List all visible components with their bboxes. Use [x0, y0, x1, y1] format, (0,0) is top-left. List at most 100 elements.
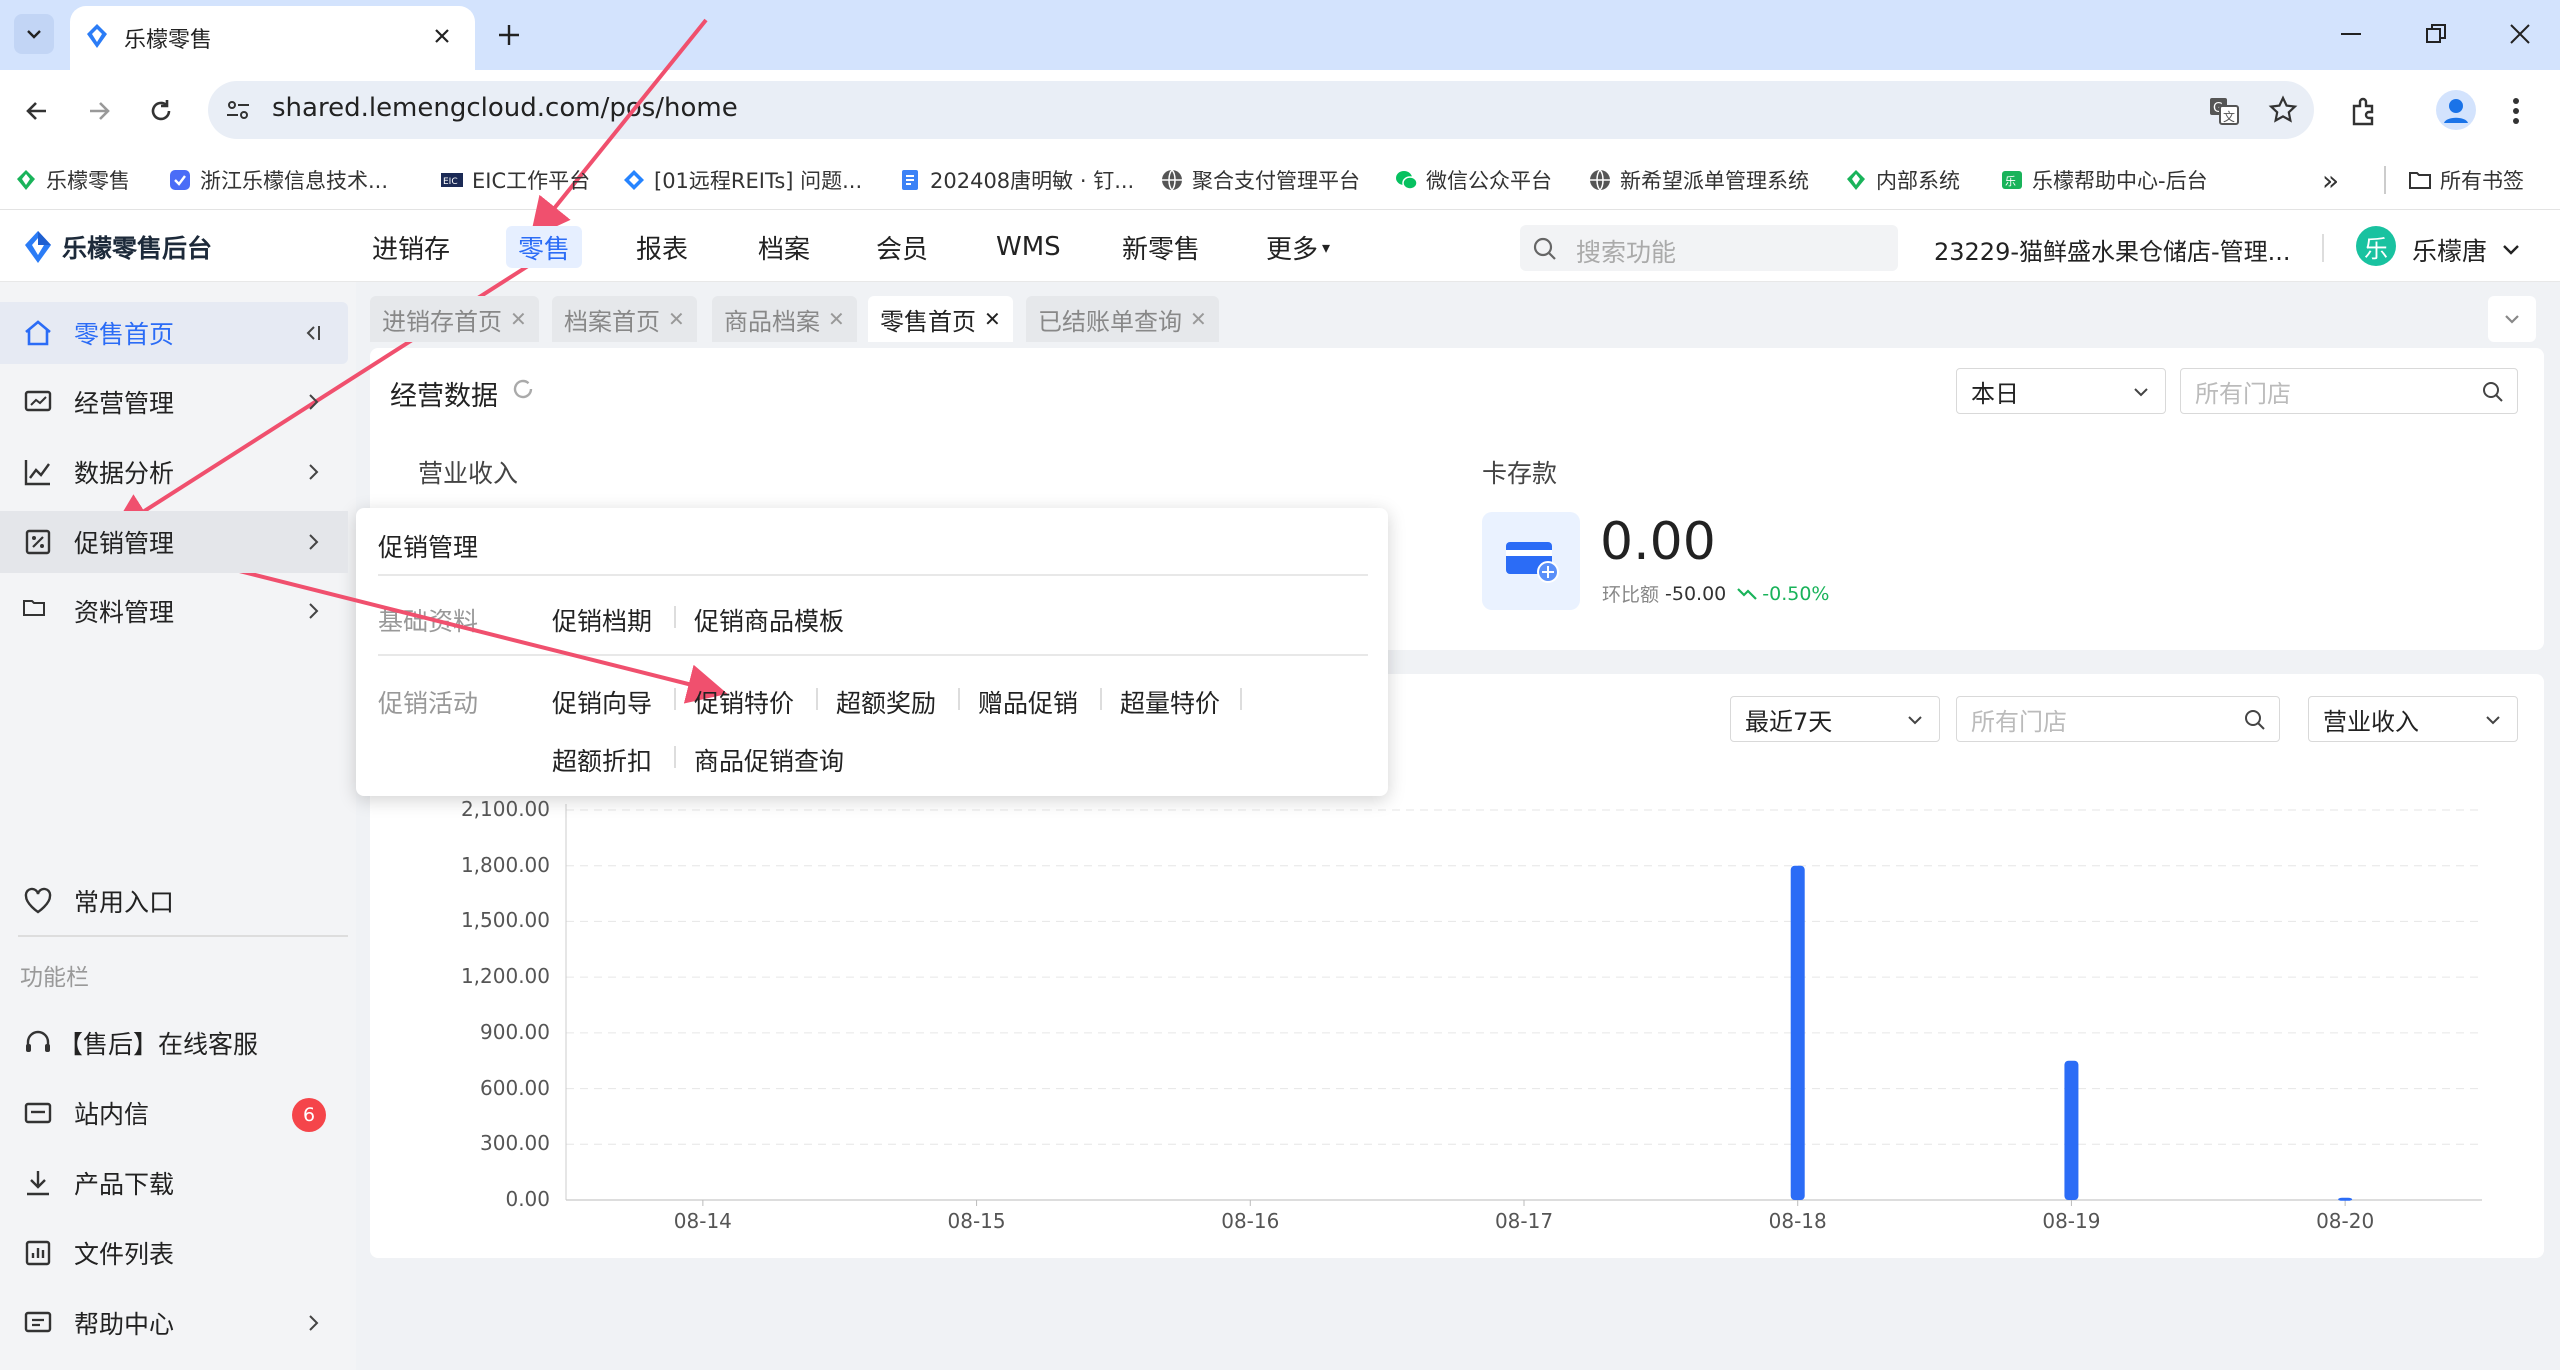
- bookmark-item[interactable]: 202408唐明敏 · 钉...: [898, 150, 1134, 210]
- flyout-row-label-basic: 基础资料: [378, 607, 479, 636]
- common-entry-item[interactable]: 常用入口: [0, 870, 348, 932]
- page-tab[interactable]: 已结账单查询 ✕: [1026, 296, 1219, 342]
- globe-icon: [1162, 169, 1182, 191]
- download-icon: [27, 1171, 49, 1196]
- page-tab-label: 零售首页: [880, 307, 976, 336]
- app-icon: [170, 170, 190, 190]
- chevron-right-icon: [309, 534, 319, 550]
- bookmark-item[interactable]: 浙江乐檬信息技术...: [168, 150, 388, 210]
- bookmark-label: 乐檬零售: [46, 169, 130, 193]
- bookmark-label: 乐檬帮助中心-后台: [2032, 169, 2208, 193]
- sidebar-item-label: 经营管理: [74, 389, 175, 418]
- x-axis-tick-label: 08-19: [2042, 1209, 2101, 1233]
- home-icon: [25, 320, 51, 346]
- close-icon[interactable]: ✕: [668, 307, 685, 331]
- flyout-link[interactable]: 超额奖励: [836, 684, 936, 720]
- folder-icon: [23, 600, 45, 616]
- bookmark-item[interactable]: 微信公众平台: [1394, 150, 1552, 210]
- page-tab[interactable]: 档案首页 ✕: [552, 296, 697, 342]
- flyout-link[interactable]: 促销档期: [552, 602, 652, 638]
- nav-tab[interactable]: 档案: [746, 226, 822, 268]
- nav-tab[interactable]: 进销存: [360, 226, 462, 268]
- close-icon[interactable]: ✕: [828, 307, 845, 331]
- line-chart-icon: [24, 460, 50, 486]
- bookmark-item[interactable]: 乐檬零售: [14, 150, 130, 210]
- chevron-right-icon: [309, 1315, 319, 1331]
- lemon-leaf-icon: [17, 170, 35, 190]
- sidebar-item[interactable]: 促销管理: [0, 511, 348, 573]
- nav-tab-retail[interactable]: 零售: [506, 226, 583, 268]
- nav-more-menu[interactable]: 更多 ▾: [1254, 226, 1342, 268]
- flyout-divider: [378, 574, 1368, 576]
- flyout-link[interactable]: 商品促销查询: [694, 742, 844, 778]
- bookmark-label: 内部系统: [1876, 169, 1960, 193]
- unread-badge: 6: [292, 1098, 326, 1132]
- common-entry-label: 常用入口: [74, 888, 175, 917]
- page-tab-label: 进销存首页: [382, 307, 502, 336]
- page-tab[interactable]: 进销存首页 ✕: [370, 296, 539, 342]
- function-item[interactable]: 站内信 6: [0, 1082, 348, 1144]
- bookmark-item[interactable]: [01远程REITs] 问题...: [622, 150, 862, 210]
- flyout-separator: [1240, 688, 1242, 710]
- chart-bar[interactable]: [2338, 1197, 2353, 1201]
- page-tab[interactable]: 零售首页 ✕: [868, 296, 1013, 342]
- heart-icon: [24, 887, 52, 914]
- function-item[interactable]: 【售后】在线客服: [0, 1012, 348, 1074]
- nav-tab[interactable]: 报表: [624, 226, 700, 268]
- flyout-separator: [674, 746, 676, 768]
- svg-text:乐: 乐: [2005, 175, 2016, 188]
- flyout-link[interactable]: 超量特价: [1120, 684, 1220, 720]
- sidebar-item[interactable]: 数据分析: [0, 441, 348, 503]
- y-axis-tick-label: 600.00: [480, 1075, 550, 1100]
- function-item[interactable]: 文件列表: [0, 1222, 348, 1284]
- x-axis-tick-label: 08-14: [673, 1209, 732, 1233]
- bookmark-item[interactable]: 聚合支付管理平台: [1160, 150, 1360, 210]
- flyout-separator: [674, 606, 676, 628]
- sidebar-item[interactable]: 零售首页: [0, 302, 348, 364]
- eic-icon: EIC: [441, 173, 463, 187]
- function-item-label: 文件列表: [74, 1240, 175, 1269]
- flyout-separator: [958, 688, 960, 710]
- sidebar-item[interactable]: 经营管理: [0, 371, 348, 433]
- close-icon[interactable]: ✕: [984, 307, 1001, 331]
- wechat-icon: [1396, 171, 1418, 190]
- chart-bar[interactable]: [2064, 1060, 2079, 1200]
- close-icon[interactable]: ✕: [510, 307, 527, 331]
- nav-tab[interactable]: 新零售: [1110, 226, 1212, 268]
- bookmark-item[interactable]: EIC EIC工作平台: [440, 150, 590, 210]
- nav-tab[interactable]: WMS: [984, 226, 1073, 268]
- y-axis-tick-label: 1,200.00: [460, 964, 550, 989]
- bookmark-label: [01远程REITs] 问题...: [654, 169, 863, 193]
- chevron-right-icon: [309, 464, 319, 480]
- sidebar-item[interactable]: 资料管理: [0, 580, 348, 642]
- sidebar-item-label: 零售首页: [74, 320, 175, 349]
- flyout-link[interactable]: 促销特价: [694, 684, 794, 720]
- nav-tab[interactable]: 会员: [864, 226, 940, 268]
- x-axis-tick-label: 08-20: [2316, 1209, 2375, 1233]
- flyout-link[interactable]: 促销商品模板: [694, 602, 844, 638]
- y-axis-tick-label: 900.00: [480, 1019, 550, 1044]
- svg-text:EIC: EIC: [443, 177, 458, 187]
- chevron-right-icon: [309, 603, 319, 619]
- flyout-title: 促销管理: [378, 533, 479, 562]
- x-axis-tick-label: 08-16: [1221, 1209, 1280, 1233]
- chart-bar[interactable]: [1790, 865, 1805, 1200]
- bookmark-item[interactable]: 内部系统: [1844, 150, 1960, 210]
- bookmark-item[interactable]: 乐 乐檬帮助中心-后台: [2000, 150, 2208, 210]
- promotion-flyout-menu: [356, 508, 1388, 796]
- flyout-row-label-activity: 促销活动: [378, 689, 479, 718]
- bookmark-label: 浙江乐檬信息技术...: [200, 169, 389, 193]
- x-axis-tick-label: 08-18: [1768, 1209, 1827, 1233]
- function-item[interactable]: 帮助中心: [0, 1292, 348, 1354]
- flyout-separator: [816, 688, 818, 710]
- bookmark-item[interactable]: 新希望派单管理系统: [1588, 150, 1809, 210]
- page-tab[interactable]: 商品档案 ✕: [712, 296, 857, 342]
- flyout-link[interactable]: 超额折扣: [552, 742, 652, 778]
- close-icon[interactable]: ✕: [1190, 307, 1207, 331]
- x-axis-tick-label: 08-17: [1494, 1209, 1554, 1233]
- collapse-sidebar-icon[interactable]: [302, 322, 324, 344]
- flyout-link[interactable]: 赠品促销: [978, 684, 1078, 720]
- flyout-link[interactable]: 促销向导: [552, 684, 652, 720]
- page-tab-label: 商品档案: [724, 307, 820, 336]
- function-item[interactable]: 产品下载: [0, 1152, 348, 1214]
